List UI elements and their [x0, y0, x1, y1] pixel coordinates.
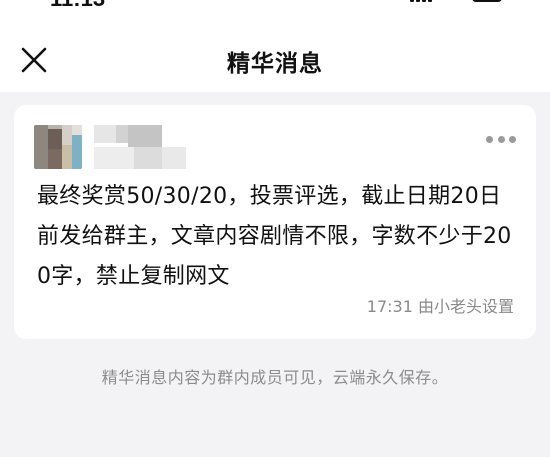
- footer-note: 精华消息内容为群内成员可见，云端永久保存。: [101, 368, 449, 387]
- status-time: 11:13: [50, 0, 105, 12]
- essence-message-card[interactable]: 最终奖赏50/30/20，投票评选，截止日期20日前发给群主，文章内容剧情不限，…: [14, 105, 536, 339]
- navigation-bar: 精华消息: [0, 20, 550, 92]
- more-icon: [486, 135, 493, 143]
- avatar[interactable]: [34, 125, 82, 169]
- battery-icon: [472, 0, 502, 2]
- set-by-meta: 17:31 由小老头设置: [366, 297, 514, 316]
- page-title: 精华消息: [227, 51, 323, 77]
- username-blurred: [94, 125, 198, 169]
- status-bar: 11:13 5G: [0, 0, 550, 20]
- more-icon-dot: [497, 135, 505, 143]
- message-content: 最终奖赏50/30/20，投票评选，截止日期20日前发给群主，文章内容剧情不限，…: [37, 184, 512, 289]
- more-icon-dot: [509, 135, 516, 143]
- more-options-button[interactable]: [486, 133, 516, 145]
- network-label: 5G: [446, 0, 470, 5]
